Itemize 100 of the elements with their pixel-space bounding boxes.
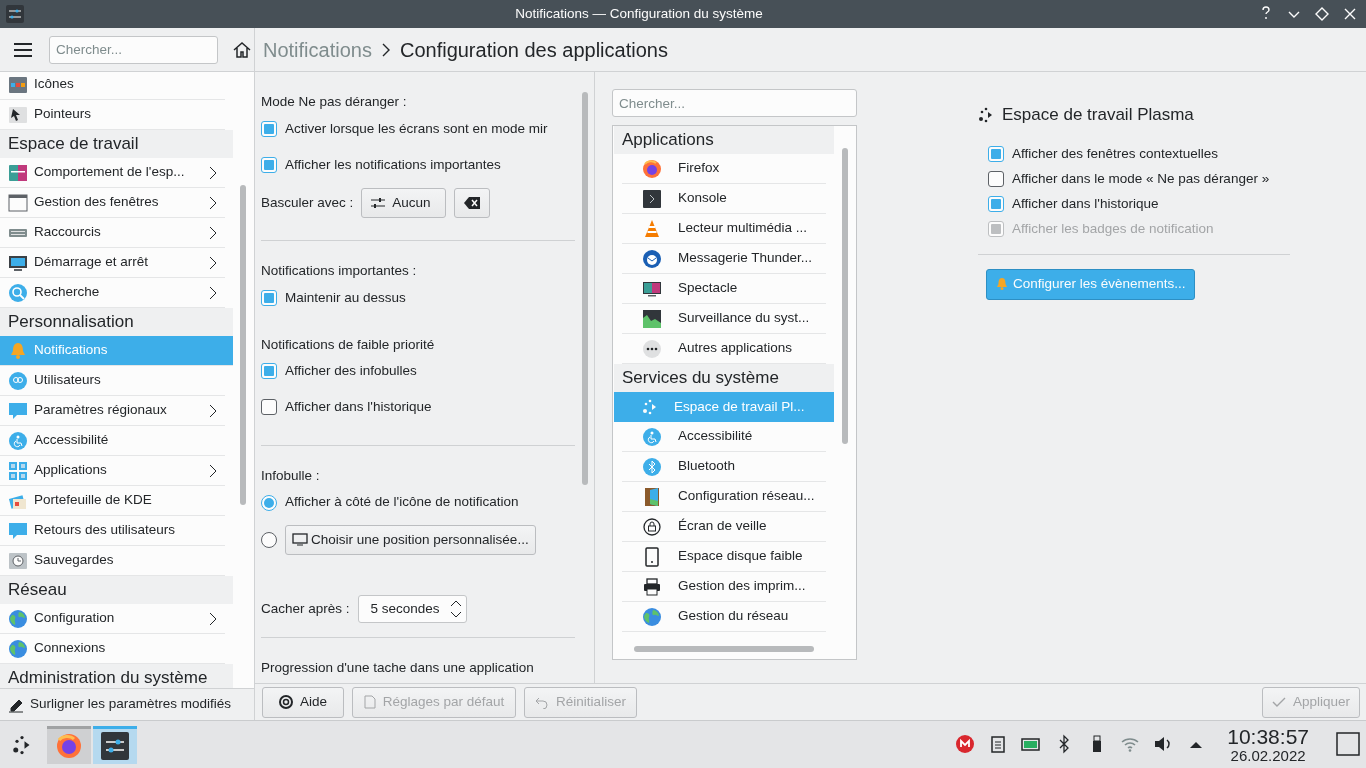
scrollbar-thumb[interactable] [240, 185, 247, 505]
clear-button[interactable] [453, 188, 490, 219]
chevron-right-icon [209, 403, 218, 418]
sidebar-item[interactable]: Retours des utilisateurs [0, 516, 226, 546]
source-item[interactable]: Configuration réseau... [622, 482, 826, 512]
sidebar-item[interactable]: Icônes [0, 72, 226, 100]
checkbox[interactable] [261, 290, 277, 306]
source-item[interactable]: Konsole [622, 184, 826, 214]
source-item[interactable]: Surveillance du syst... [622, 304, 826, 334]
search-field[interactable]: Chercher... [612, 89, 857, 117]
more-icon [642, 338, 662, 359]
icons-icon [8, 74, 28, 95]
shortcut-button[interactable]: Aucun [361, 188, 446, 219]
checkbox-label: Maintenir au dessus [285, 288, 406, 307]
source-item[interactable]: Firefox [622, 154, 826, 184]
radio-button[interactable] [261, 532, 277, 548]
page-title: Configuration des applications [399, 37, 668, 63]
checkbox[interactable] [261, 120, 277, 137]
menu-icon[interactable] [13, 41, 33, 58]
checkbox[interactable] [988, 171, 1004, 187]
checkbox-label: Afficher des fenêtres contextuelles [1012, 144, 1219, 163]
source-item[interactable]: Spectacle [622, 274, 826, 304]
sliders-icon [371, 197, 386, 210]
chevron-right-icon [209, 463, 218, 478]
chevron-right-icon [381, 42, 390, 57]
lock-icon [642, 516, 662, 537]
home-icon[interactable] [232, 39, 252, 60]
users-icon [8, 370, 28, 391]
category-heading: Espace de travail [0, 130, 234, 158]
undo-icon [535, 695, 550, 709]
radio-button[interactable] [261, 494, 277, 511]
spin-box[interactable]: 5 secondes [357, 595, 467, 623]
terminal-icon [642, 188, 662, 209]
position-button[interactable]: Choisir une position personnalisée... [285, 525, 536, 555]
source-item[interactable]: Espace disque faible [622, 542, 826, 572]
section-title: Espace de travail Plasma [1002, 104, 1194, 126]
cursor-icon [8, 104, 28, 125]
taskbar-task[interactable] [93, 725, 137, 764]
checkbox-label: Afficher dans le mode « Ne pas déranger » [1012, 169, 1270, 188]
lifebuoy-icon [279, 695, 293, 709]
bell-icon [995, 277, 1009, 291]
traffic-cone-icon [642, 218, 662, 239]
sidebar-item[interactable]: Configuration [0, 604, 226, 634]
chevron-right-icon [209, 165, 218, 180]
globe-icon [8, 608, 28, 629]
category-heading: Réseau [0, 576, 234, 604]
checkbox[interactable] [988, 196, 1004, 212]
settings-app-icon [101, 732, 129, 760]
source-item[interactable]: Messagerie Thunder... [622, 244, 826, 274]
accessibility-icon [8, 430, 28, 451]
sidebar-item[interactable]: Accessibilité [0, 426, 226, 456]
chart-icon [642, 308, 662, 329]
scrollbar-thumb[interactable] [582, 92, 588, 485]
globe-icon [8, 638, 28, 659]
section-heading: Infobulle : [261, 466, 321, 485]
search-field[interactable]: Chercher... [49, 35, 218, 64]
clock-icon [8, 550, 28, 571]
grid-icon [8, 460, 28, 481]
show-desktop-icon[interactable] [1336, 732, 1360, 757]
clock-date: 26.02.2022 [1230, 747, 1306, 764]
plasma-icon [978, 106, 994, 123]
section-heading: Mode Ne pas déranger : [261, 93, 408, 111]
category-heading: Applications [614, 126, 834, 154]
footer-button[interactable]: Aide [262, 686, 344, 718]
checkbox-label: Afficher les notifications importantes [285, 155, 501, 174]
window-icon [8, 192, 28, 213]
checkbox[interactable] [261, 156, 277, 173]
sidebar-item[interactable]: Utilisateurs [0, 366, 226, 396]
source-item[interactable]: Écran de veille [622, 512, 826, 542]
sidebar-item[interactable]: Applications [0, 456, 226, 486]
category-heading: Administration du système [0, 664, 234, 688]
taskbar-task[interactable] [47, 725, 91, 764]
section-heading: Notifications importantes : [261, 262, 418, 281]
launcher-icon[interactable] [12, 734, 32, 755]
sidebar-item[interactable]: Gestion des fenêtres [0, 188, 226, 218]
source-item[interactable]: Gestion des imprim... [622, 572, 826, 602]
checkbox[interactable] [988, 146, 1004, 162]
backspace-icon [463, 197, 480, 210]
chevron-right-icon [209, 195, 218, 210]
sidebar-item[interactable]: Démarrage et arrêt [0, 248, 226, 278]
source-item[interactable]: Accessibilité [622, 422, 826, 452]
sidebar-item[interactable]: Comportement de l'esp... [0, 158, 226, 188]
checkbox-label: Activer lorsque les écrans sont en mode mir [285, 119, 548, 138]
source-item[interactable]: Bluetooth [622, 452, 826, 482]
checkbox-label: Afficher les badges de notification [1012, 219, 1214, 238]
checkbox[interactable] [261, 399, 277, 416]
globe-icon [642, 606, 662, 627]
source-item[interactable]: Lecteur multimédia ... [622, 214, 826, 244]
scrollbar-thumb[interactable] [842, 148, 848, 444]
checkbox[interactable] [261, 363, 277, 380]
checkbox-label: Afficher des infobulles [285, 362, 417, 381]
clock-time: 10:38:57 [1227, 725, 1309, 748]
chevron-right-icon [209, 285, 218, 300]
printer-icon [642, 576, 662, 597]
sidebar-item[interactable]: Paramètres régionaux [0, 396, 226, 426]
maximize-icon[interactable] [1313, 5, 1331, 23]
sidebar-item[interactable]: Raccourcis [0, 218, 226, 248]
sidebar-item[interactable]: Portefeuille de KDE [0, 486, 226, 516]
source-item[interactable]: Gestion du réseau [622, 602, 826, 632]
scrollbar-thumb[interactable] [634, 646, 814, 652]
